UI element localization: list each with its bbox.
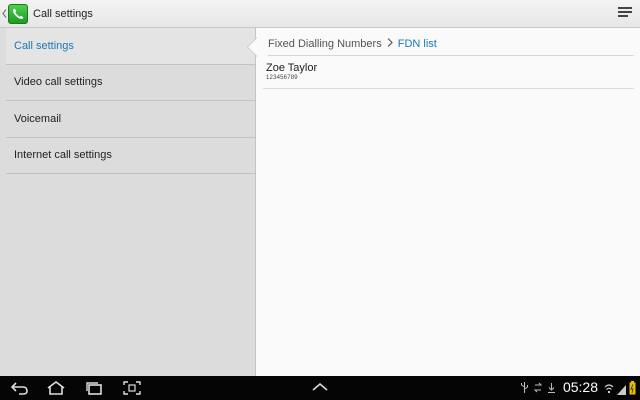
up-arrow-icon[interactable] — [311, 382, 329, 392]
download-icon — [548, 383, 555, 393]
list-item[interactable]: Zoe Taylor 123456789 — [263, 60, 634, 89]
sync-icon — [533, 382, 543, 393]
sidebar-item-label: Video call settings — [14, 76, 103, 89]
sidebar: Call settings Video call settings Voicem… — [0, 28, 256, 376]
page-title: Call settings — [33, 7, 93, 20]
screenshot-icon[interactable] — [122, 380, 142, 396]
signal-icon — [617, 385, 626, 395]
sidebar-item-voicemail[interactable]: Voicemail — [6, 101, 255, 138]
chevron-left-icon — [1, 9, 6, 18]
breadcrumb-current: FDN list — [397, 37, 437, 50]
battery-icon — [629, 381, 636, 395]
phone-icon[interactable] — [8, 3, 28, 24]
chevron-right-icon — [387, 37, 393, 47]
usb-icon — [521, 382, 528, 393]
breadcrumb-separator — [387, 37, 393, 50]
menu-icon[interactable] — [618, 7, 632, 21]
sidebar-item-call-settings[interactable]: Call settings — [6, 28, 255, 65]
action-bar: Call settings — [0, 0, 640, 28]
contact-number: 123456789 — [266, 75, 298, 81]
sidebar-item-video-call-settings[interactable]: Video call settings — [6, 65, 255, 101]
up-navigation-button[interactable] — [0, 0, 8, 28]
breadcrumb-parent[interactable]: Fixed Dialling Numbers — [268, 38, 382, 50]
wifi-icon — [604, 384, 614, 393]
contact-name: Zoe Taylor — [266, 62, 318, 74]
status-clock: 05:28 — [562, 379, 598, 395]
selection-indicator — [248, 38, 257, 56]
sidebar-item-label: Internet call settings — [14, 149, 112, 162]
sidebar-item-internet-call-settings[interactable]: Internet call settings — [6, 138, 255, 174]
sidebar-item-label: Call settings — [14, 39, 74, 52]
recent-apps-icon[interactable] — [84, 380, 104, 396]
system-bar: 05:28 — [0, 376, 640, 400]
sidebar-item-label: Voicemail — [14, 112, 62, 125]
breadcrumb: Fixed Dialling Numbers FDN list — [268, 36, 634, 56]
home-icon[interactable] — [46, 380, 66, 396]
back-icon[interactable] — [10, 380, 30, 396]
content-pane: Fixed Dialling Numbers FDN list Zoe Tayl… — [257, 28, 640, 376]
